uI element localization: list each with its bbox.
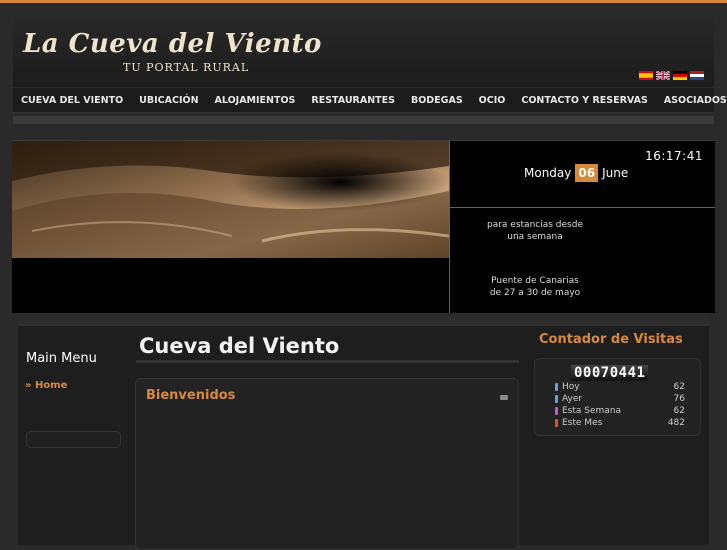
date-month: June xyxy=(602,166,629,180)
logo-subtitle: TU PORTAL RURAL xyxy=(123,61,250,74)
visits-label: Ayer xyxy=(562,394,583,404)
promo1-line1: para estancias desde xyxy=(487,220,583,230)
person-icon xyxy=(555,395,558,403)
nav-item-asociados[interactable]: ASOCIADOS xyxy=(656,95,727,106)
main-menu-title: Main Menu xyxy=(26,351,97,366)
visits-row-yesterday: Ayer 76 xyxy=(555,394,685,404)
promo-text-2: Puente de Canarias de 27 a 30 de mayo xyxy=(450,275,620,299)
language-selector xyxy=(639,71,704,80)
nav-item-restaurantes[interactable]: RESTAURANTES xyxy=(303,95,403,106)
article-box: Bienvenidos xyxy=(135,378,519,550)
germany-flag-icon[interactable] xyxy=(673,71,687,80)
banner: 16:17:41 Monday 06 June para estancias d… xyxy=(12,140,715,313)
spain-flag-icon[interactable] xyxy=(639,71,653,80)
visits-value: 62 xyxy=(673,406,685,416)
visits-value: 62 xyxy=(673,382,685,392)
top-accent-line xyxy=(0,0,727,3)
date-day-number: 06 xyxy=(575,164,599,182)
person-icon xyxy=(555,419,558,427)
banner-divider-horizontal xyxy=(450,207,715,208)
visits-title: Contador de Visitas xyxy=(539,332,683,347)
netherlands-flag-icon[interactable] xyxy=(690,71,704,80)
visits-value: 482 xyxy=(667,418,685,428)
date-display: Monday 06 June xyxy=(524,164,628,182)
visits-label: Este Mes xyxy=(562,418,603,428)
article-title: Bienvenidos xyxy=(146,388,236,403)
promo2-line1: Puente de Canarias xyxy=(491,276,579,286)
site-header: La Cueva del Viento TU PORTAL RURAL xyxy=(13,17,714,87)
menu-item-home[interactable]: » Home xyxy=(25,380,67,391)
promo1-line2: una semana xyxy=(507,232,563,242)
visits-row-month: Este Mes 482 xyxy=(555,418,685,428)
nav-item-ocio[interactable]: OCIO xyxy=(471,95,514,106)
separator-bar xyxy=(13,116,714,124)
promo-text-1: para estancias desde una semana xyxy=(450,219,620,243)
nav-item-contacto-reservas[interactable]: CONTACTO Y RESERVAS xyxy=(513,95,655,106)
logo-title[interactable]: La Cueva del Viento xyxy=(23,29,322,59)
visits-row-week: Esta Semana 62 xyxy=(555,406,685,416)
visits-label: Esta Semana xyxy=(562,406,622,416)
uk-flag-icon[interactable] xyxy=(656,71,670,80)
nav-item-ubicacion[interactable]: UBICACIÓN xyxy=(131,95,206,106)
nav-item-bodegas[interactable]: BODEGAS xyxy=(403,95,471,106)
main-navigation: CUEVA DEL VIENTO UBICACIÓN ALOJAMIENTOS … xyxy=(13,88,727,113)
person-icon xyxy=(555,383,558,391)
nav-item-cueva-del-viento[interactable]: CUEVA DEL VIENTO xyxy=(13,95,131,106)
visits-label: Hoy xyxy=(562,382,580,392)
clock-time: 16:17:41 xyxy=(645,149,703,163)
nav-item-alojamientos[interactable]: ALOJAMIENTOS xyxy=(207,95,304,106)
email-icon[interactable] xyxy=(500,395,508,400)
promo2-line2: de 27 a 30 de mayo xyxy=(489,288,581,298)
person-icon xyxy=(555,407,558,415)
page-title: Cueva del Viento xyxy=(139,334,340,358)
visit-counter: 00070441 xyxy=(571,365,649,381)
cave-image xyxy=(12,141,449,258)
date-weekday: Monday xyxy=(524,166,572,180)
main-area: Main Menu » Home Cueva del Viento Bienve… xyxy=(18,318,709,550)
visits-counter-box: 00070441 Hoy 62 Ayer 76 Esta Semana 62 E… xyxy=(534,358,701,436)
main-top-bar xyxy=(18,318,709,326)
visits-value: 76 xyxy=(673,394,685,404)
sidebar-search-box[interactable] xyxy=(26,431,121,448)
title-underline xyxy=(136,360,519,363)
visits-row-today: Hoy 62 xyxy=(555,382,685,392)
